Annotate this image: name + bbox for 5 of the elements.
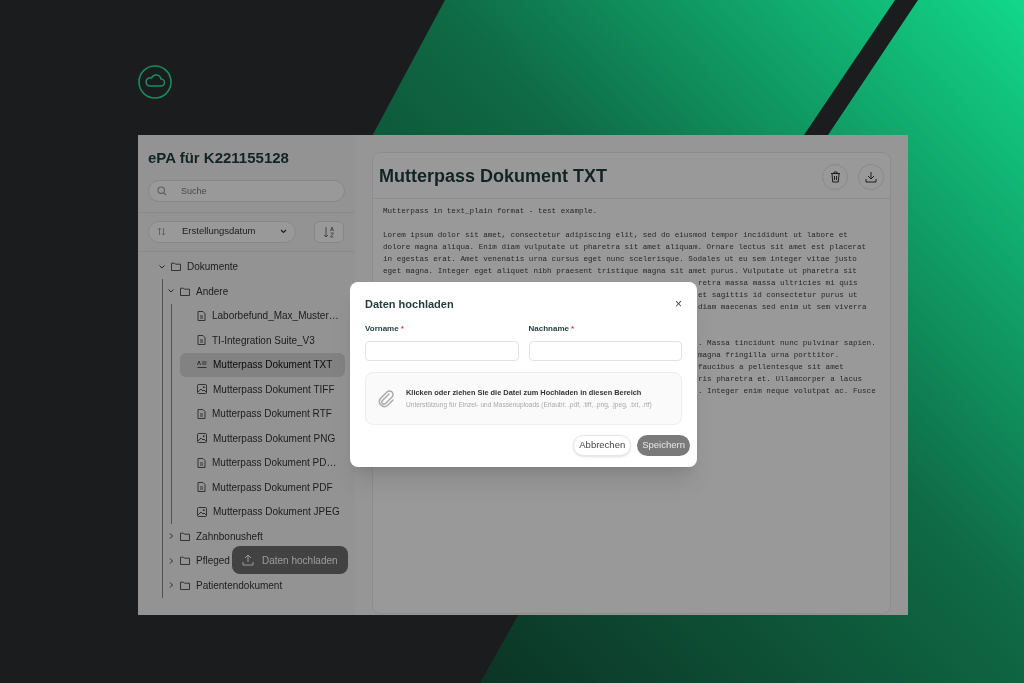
document-title: Mutterpass Dokument TXT [379, 165, 608, 188]
field-label: Nachname * [528, 322, 576, 335]
sidebar-title: ePA für K221155128 [147, 148, 290, 168]
dialog-title: Daten hochladen [365, 297, 454, 312]
field-label: Vorname * [365, 322, 405, 335]
